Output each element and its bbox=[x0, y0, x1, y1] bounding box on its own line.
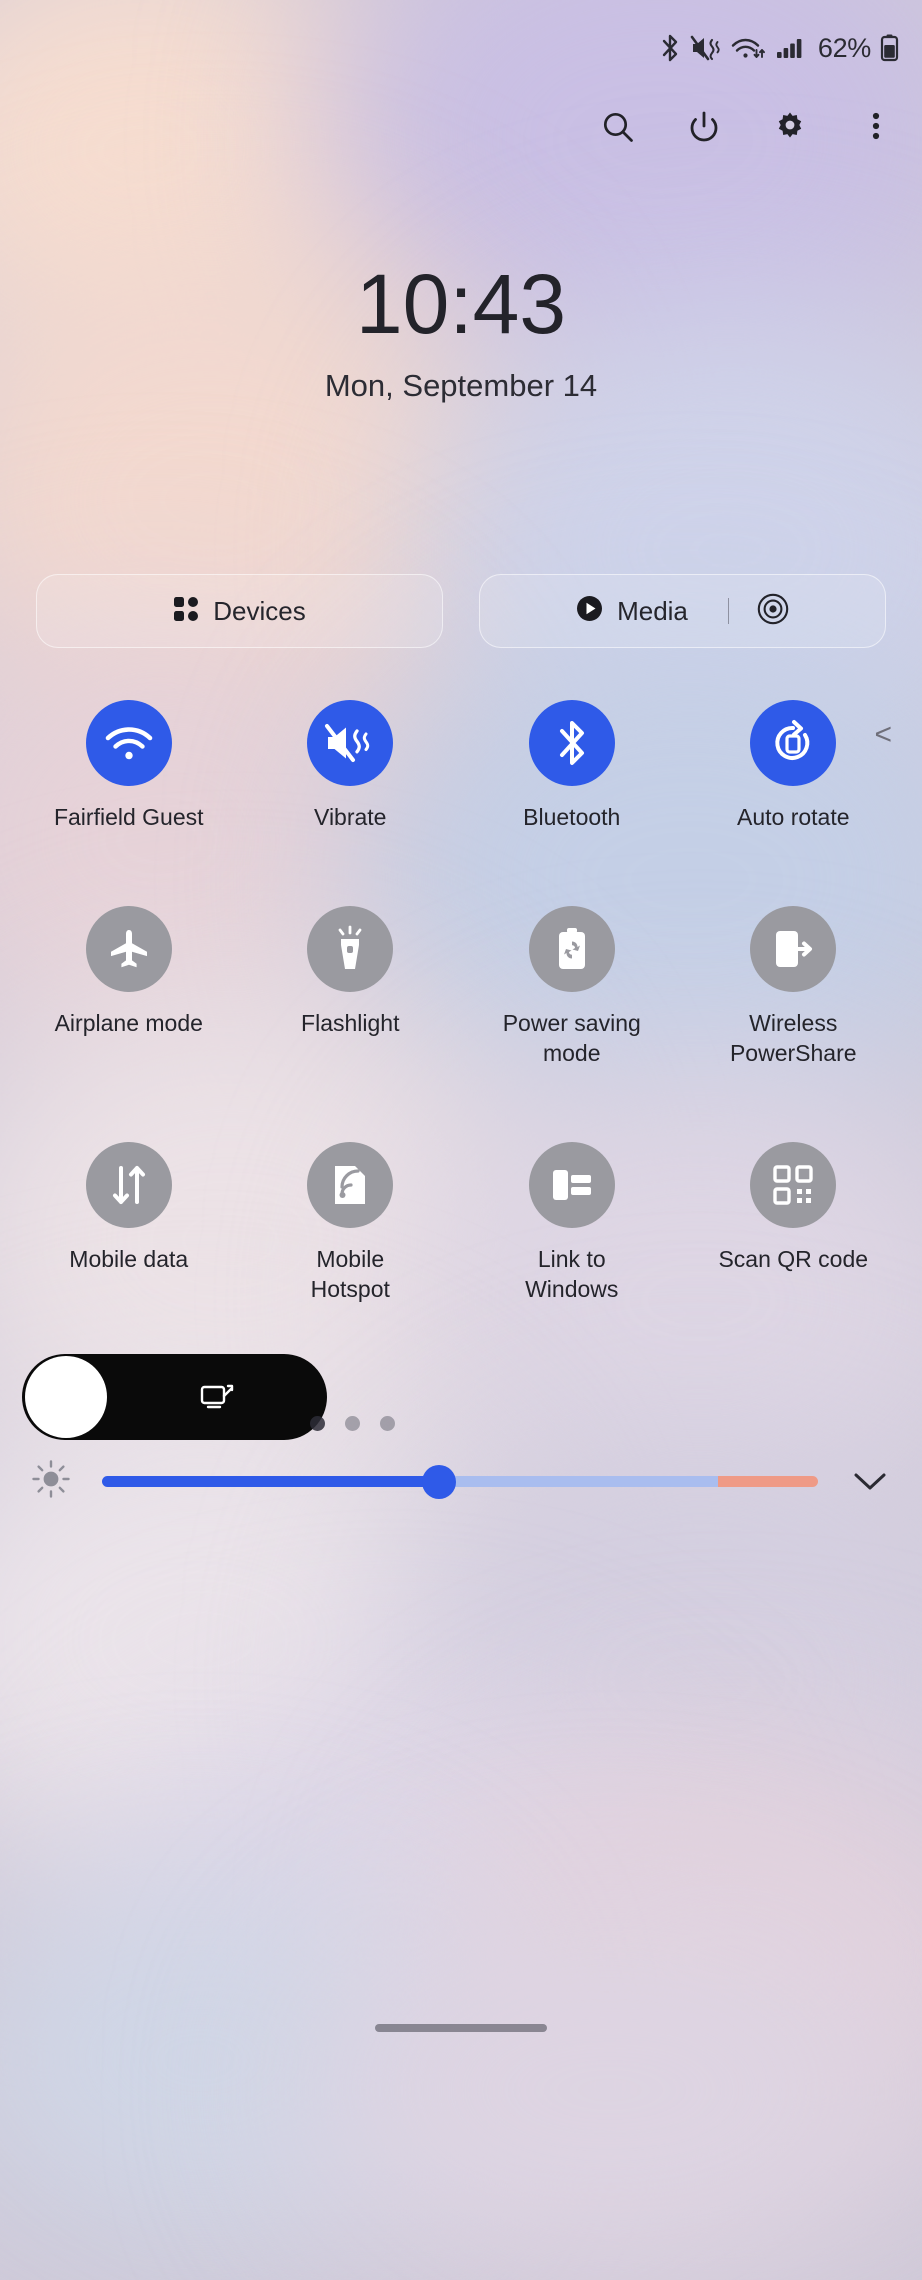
tile-power-saving-mode[interactable]: Power saving mode bbox=[461, 906, 683, 1068]
tile-wifi[interactable]: Fairfield Guest bbox=[18, 700, 240, 832]
qr-code-icon bbox=[750, 1142, 837, 1229]
tile-label: Power saving mode bbox=[502, 1010, 641, 1066]
tile-flashlight[interactable]: Flashlight bbox=[240, 906, 462, 1068]
overflow-menu-icon[interactable] bbox=[856, 107, 896, 147]
tile-label: Mobile Hotspot bbox=[310, 1246, 390, 1302]
tile-label: Auto rotate bbox=[736, 804, 850, 830]
bottom-controls bbox=[0, 1342, 922, 1542]
tile-label: Wireless PowerShare bbox=[729, 1010, 857, 1066]
pill-knob[interactable] bbox=[25, 1356, 107, 1439]
wifi-icon bbox=[85, 700, 172, 786]
clock-date: Mon, September 14 bbox=[324, 368, 598, 403]
bluetooth-icon bbox=[659, 34, 681, 62]
signal-bars-icon bbox=[776, 34, 806, 62]
tile-label: Fairfield Guest bbox=[53, 804, 204, 830]
floating-action-pill[interactable] bbox=[22, 1354, 327, 1441]
quick-settings-grid: Fairfield Guest Vibrate Bluetooth Auto r… bbox=[0, 700, 922, 1332]
tile-label: Vibrate bbox=[314, 804, 387, 830]
tile-label: Link to Windows bbox=[525, 1246, 619, 1302]
hotspot-icon bbox=[307, 1142, 394, 1229]
bluetooth-icon bbox=[528, 700, 615, 786]
page-dot[interactable] bbox=[380, 1416, 395, 1432]
output-target-icon[interactable] bbox=[757, 593, 789, 630]
tile-bluetooth[interactable]: Bluetooth bbox=[461, 700, 683, 832]
tile-auto-rotate[interactable]: Auto rotate bbox=[683, 700, 905, 832]
page-dot[interactable] bbox=[310, 1416, 325, 1432]
airplane-icon bbox=[85, 906, 172, 993]
vibrate-icon bbox=[307, 700, 394, 786]
tile-airplane-mode[interactable]: Airplane mode bbox=[18, 906, 240, 1068]
grid-dots-icon bbox=[173, 596, 199, 627]
chevron-down-icon[interactable] bbox=[848, 1471, 892, 1493]
header-actions bbox=[0, 96, 922, 158]
quick-access-pills: Devices Media bbox=[0, 574, 922, 648]
page-dot[interactable] bbox=[345, 1416, 360, 1432]
devices-pill[interactable]: Devices bbox=[36, 574, 443, 648]
battery-percent-label: 62% bbox=[817, 32, 871, 63]
wifi-data-icon bbox=[731, 34, 767, 62]
auto-rotate-icon bbox=[750, 700, 837, 786]
power-saving-icon bbox=[528, 906, 615, 993]
battery-icon bbox=[880, 33, 900, 63]
toggle-row-3: Mobile data Mobile Hotspot Link to Windo… bbox=[18, 1142, 904, 1304]
flashlight-icon bbox=[307, 906, 394, 993]
pill-divider bbox=[727, 598, 729, 624]
devices-pill-label: Devices bbox=[213, 595, 306, 626]
toggle-row-1: Fairfield Guest Vibrate Bluetooth Auto r… bbox=[18, 700, 904, 832]
gesture-navigation-bar[interactable] bbox=[375, 2024, 547, 2032]
page-indicator-dots[interactable] bbox=[310, 1416, 395, 1432]
brightness-sun-icon bbox=[30, 1458, 72, 1505]
tile-label: Bluetooth bbox=[523, 804, 621, 830]
tile-link-to-windows[interactable]: Link to Windows bbox=[461, 1142, 683, 1304]
tile-mobile-hotspot[interactable]: Mobile Hotspot bbox=[240, 1142, 462, 1304]
power-icon[interactable] bbox=[684, 107, 724, 147]
tile-vibrate[interactable]: Vibrate bbox=[240, 700, 462, 832]
tile-scan-qr-code[interactable]: Scan QR code bbox=[683, 1142, 905, 1304]
tile-mobile-data[interactable]: Mobile data bbox=[18, 1142, 240, 1304]
screen-capture-icon[interactable] bbox=[107, 1382, 327, 1412]
tile-label: Flashlight bbox=[301, 1010, 400, 1037]
toggle-row-2: Airplane mode Flashlight Power saving mo… bbox=[18, 906, 904, 1068]
tile-label: Mobile data bbox=[69, 1246, 189, 1273]
clock-block[interactable]: 10:43 Mon, September 14 bbox=[0, 262, 922, 404]
gear-icon[interactable] bbox=[770, 107, 810, 147]
tile-wireless-powershare[interactable]: Wireless PowerShare bbox=[683, 906, 905, 1068]
vibrate-mute-icon bbox=[690, 34, 722, 62]
media-pill[interactable]: Media bbox=[479, 574, 886, 648]
brightness-slider-thumb[interactable] bbox=[421, 1464, 456, 1499]
link-to-windows-icon bbox=[528, 1142, 615, 1229]
media-pill-label: Media bbox=[617, 595, 688, 626]
search-icon[interactable] bbox=[598, 107, 638, 147]
tile-label: Airplane mode bbox=[54, 1010, 203, 1037]
expand-chevron-icon[interactable]: < bbox=[874, 718, 892, 752]
clock-time: 10:43 bbox=[355, 257, 567, 351]
tile-label: Scan QR code bbox=[718, 1246, 869, 1273]
brightness-slider-row bbox=[0, 1458, 922, 1505]
wireless-powershare-icon bbox=[750, 906, 837, 993]
mobile-data-icon bbox=[85, 1142, 172, 1229]
brightness-slider[interactable] bbox=[102, 1464, 818, 1499]
status-bar: 62% bbox=[0, 0, 922, 96]
play-circle-icon bbox=[576, 595, 603, 627]
